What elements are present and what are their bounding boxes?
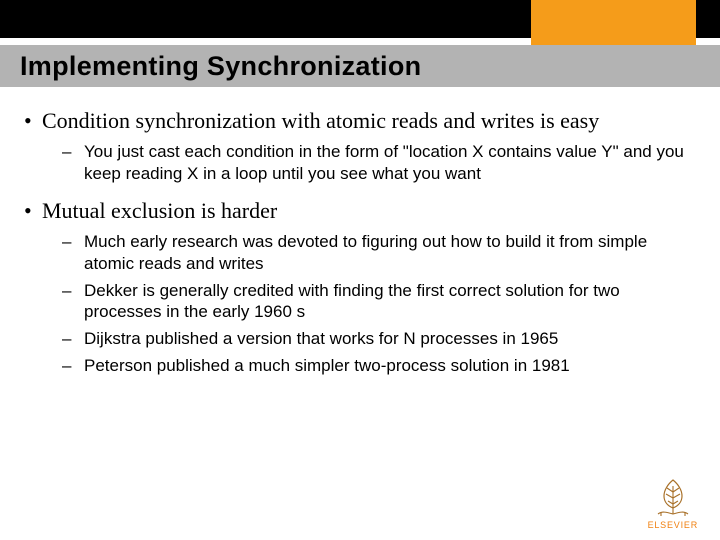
- sub-bullet-text: Dijkstra published a version that works …: [84, 328, 558, 350]
- bullet-icon: •: [20, 198, 28, 225]
- tree-icon: [652, 476, 694, 518]
- title-bar: Implementing Synchronization: [0, 45, 720, 87]
- bullet-text: Condition synchronization with atomic re…: [42, 108, 599, 135]
- slide-title: Implementing Synchronization: [20, 51, 421, 82]
- header-orange-block: [531, 0, 696, 50]
- sub-bullet-text: Much early research was devoted to figur…: [84, 231, 700, 275]
- bullet-text: Mutual exclusion is harder: [42, 198, 277, 225]
- list-item: – Dekker is generally credited with find…: [62, 280, 700, 324]
- bullet-icon: •: [20, 108, 28, 135]
- dash-icon: –: [62, 328, 74, 350]
- sub-bullet-text: Dekker is generally credited with findin…: [84, 280, 700, 324]
- slide-content: • Condition synchronization with atomic …: [20, 108, 700, 391]
- list-item: – You just cast each condition in the fo…: [62, 141, 700, 185]
- list-item: • Condition synchronization with atomic …: [20, 108, 700, 184]
- list-item: – Much early research was devoted to fig…: [62, 231, 700, 275]
- dash-icon: –: [62, 355, 74, 377]
- sub-bullet-text: You just cast each condition in the form…: [84, 141, 700, 185]
- dash-icon: –: [62, 280, 74, 302]
- dash-icon: –: [62, 231, 74, 253]
- elsevier-logo: ELSEVIER: [648, 476, 698, 530]
- dash-icon: –: [62, 141, 74, 163]
- list-item: – Dijkstra published a version that work…: [62, 328, 700, 350]
- logo-label: ELSEVIER: [648, 520, 698, 530]
- list-item: • Mutual exclusion is harder – Much earl…: [20, 198, 700, 376]
- list-item: – Peterson published a much simpler two-…: [62, 355, 700, 377]
- sub-bullet-text: Peterson published a much simpler two-pr…: [84, 355, 570, 377]
